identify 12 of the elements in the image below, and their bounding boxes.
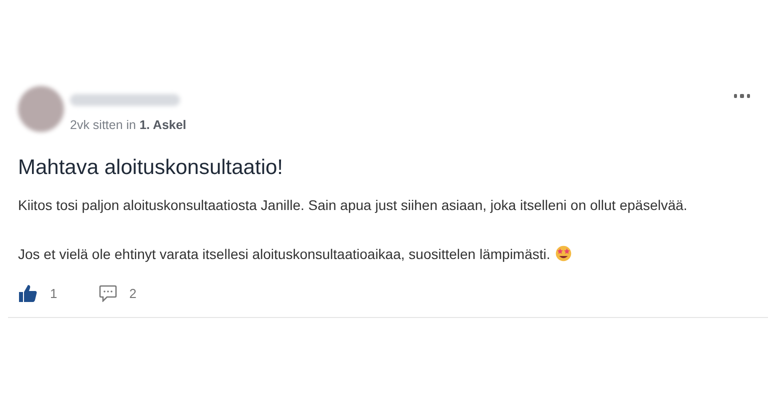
like-count: 1 bbox=[50, 286, 58, 301]
star-struck-emoji-icon bbox=[555, 245, 572, 262]
avatar bbox=[18, 86, 64, 132]
like-button[interactable] bbox=[18, 284, 38, 303]
post-text: Kiitos tosi paljon aloituskonsultaatiosta Janille. Sain apua just siihen asiaan, joka itselleni on ollut epäselvää. bbox=[18, 196, 688, 215]
comment-button[interactable] bbox=[99, 285, 118, 302]
post-title: Mahtava aloituskonsultaatio! bbox=[18, 156, 284, 180]
post-meta: 2vk sitten in 1. Askel bbox=[70, 118, 188, 132]
comment-count: 2 bbox=[129, 286, 136, 301]
post-text: Jos et vielä ole ehtinyt varata itsellesi aloituskonsultaatioaikaa, suosittelen lämpimästi. bbox=[18, 243, 758, 265]
speech-bubble-icon bbox=[99, 285, 118, 302]
thumbs-up-icon bbox=[18, 284, 38, 303]
